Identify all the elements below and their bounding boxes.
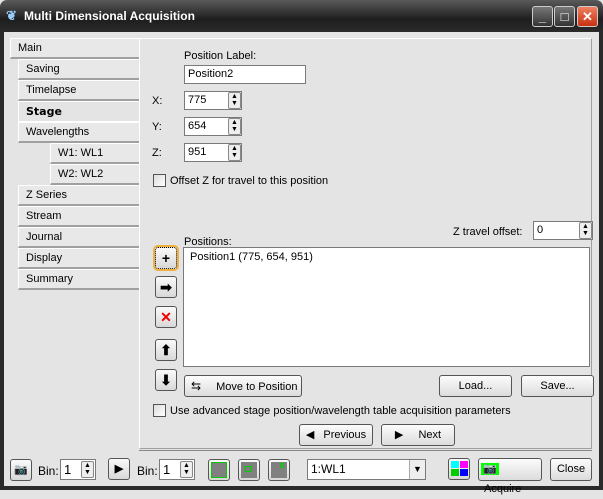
camera-play-icon: ▶	[114, 463, 124, 475]
offset-z-label: Offset Z for travel to this position	[170, 175, 329, 187]
tab-stage[interactable]: Stage	[18, 101, 140, 122]
stream-button[interactable]: ▶	[108, 458, 130, 480]
bin2-label: Bin:	[137, 464, 158, 478]
center-region-button[interactable]	[238, 459, 260, 481]
window-title: Multi Dimensional Acquisition	[24, 9, 195, 23]
wavelength-select-value: 1:WL1	[311, 462, 346, 476]
list-item[interactable]: Position1 (775, 654, 951)	[190, 251, 583, 263]
close-button[interactable]: Close	[550, 458, 592, 481]
color-display-button[interactable]	[448, 458, 470, 480]
tab-w1-wl1[interactable]: W1: WL1	[50, 143, 139, 164]
bin1-label: Bin:	[38, 464, 59, 478]
bin1-spinner[interactable]: ▲ ▼	[81, 461, 94, 478]
tab-timelapse[interactable]: Timelapse	[18, 80, 139, 101]
wavelength-select[interactable]: 1:WL1 ▼	[307, 459, 426, 480]
delete-position-button[interactable]: ✕	[155, 306, 177, 328]
advanced-label: Use advanced stage position/wavelength t…	[170, 405, 511, 417]
move-to-position-button[interactable]: ⇆ Move to Position	[184, 375, 302, 397]
maximize-button[interactable]: □	[554, 6, 575, 27]
replace-position-button[interactable]: ➡	[155, 276, 177, 298]
arrow-left-icon: ◀	[305, 429, 315, 441]
z-travel-label: Z travel offset:	[453, 226, 523, 238]
app-logo-icon: ❦	[6, 8, 17, 23]
offset-z-checkbox[interactable]	[153, 174, 166, 187]
camera-icon: 📷	[481, 463, 499, 475]
arrow-up-icon: ⬆	[160, 342, 172, 358]
x-label: X:	[152, 95, 163, 107]
position-label-label: Position Label:	[184, 50, 257, 62]
add-position-button[interactable]: +	[153, 245, 179, 271]
chevron-down-icon[interactable]: ▼	[409, 460, 425, 479]
snap-button[interactable]: 📷	[10, 459, 32, 481]
x-spinner[interactable]: ▲ ▼	[228, 92, 241, 109]
tab-summary[interactable]: Summary	[18, 269, 139, 290]
tab-display[interactable]: Display	[18, 248, 139, 269]
color-grid-icon	[451, 461, 468, 476]
y-spinner[interactable]: ▲ ▼	[228, 118, 241, 135]
full-region-button[interactable]	[208, 459, 230, 481]
user-region-button[interactable]	[268, 459, 290, 481]
move-to-position-label: Move to Position	[216, 381, 298, 393]
move-down-button[interactable]: ⬇	[155, 369, 177, 391]
z-label: Z:	[152, 147, 162, 159]
move-up-button[interactable]: ⬆	[155, 339, 177, 361]
y-label: Y:	[152, 121, 162, 133]
stage-move-icon: ⇆	[191, 379, 202, 393]
tab-saving[interactable]: Saving	[18, 59, 139, 80]
title-bar: ❦ Multi Dimensional Acquisition _ □ ✕	[0, 0, 603, 32]
arrow-right-icon: ▶	[394, 429, 404, 441]
acquire-button[interactable]: 📷 Acquire	[478, 458, 542, 495]
toolbar-divider	[139, 450, 592, 451]
tab-w2-wl2[interactable]: W2: WL2	[50, 164, 139, 185]
previous-button[interactable]: ◀ Previous	[299, 424, 373, 446]
arrow-down-icon: ⬇	[160, 372, 172, 388]
close-window-button[interactable]: ✕	[577, 6, 598, 27]
minimize-button[interactable]: _	[532, 6, 553, 27]
previous-label: Previous	[323, 429, 367, 441]
full-region-icon	[211, 462, 227, 478]
tab-z-series[interactable]: Z Series	[18, 185, 139, 206]
delete-x-icon: ✕	[160, 309, 172, 325]
tab-wavelengths[interactable]: Wavelengths	[18, 122, 139, 143]
z-spinner[interactable]: ▲ ▼	[228, 144, 241, 161]
load-button[interactable]: Load...	[439, 375, 512, 397]
z-travel-spinner[interactable]: ▲ ▼	[579, 222, 592, 239]
next-label: Next	[418, 429, 442, 441]
user-region-icon	[271, 462, 287, 478]
arrow-right-icon: ➡	[160, 279, 172, 295]
acquire-label: Acquire	[484, 483, 522, 495]
tab-stream[interactable]: Stream	[18, 206, 139, 227]
advanced-checkbox[interactable]	[153, 404, 166, 417]
tab-journal[interactable]: Journal	[18, 227, 139, 248]
save-button[interactable]: Save...	[521, 375, 594, 397]
tab-main[interactable]: Main	[10, 38, 139, 59]
camera-icon: 📷	[14, 464, 28, 476]
positions-list[interactable]: Position1 (775, 654, 951)	[183, 247, 590, 367]
position-label-input[interactable]: Position2	[184, 65, 306, 84]
center-region-icon	[241, 462, 257, 478]
next-button[interactable]: ▶ Next	[381, 424, 455, 446]
bin2-spinner[interactable]: ▲ ▼	[180, 461, 193, 478]
